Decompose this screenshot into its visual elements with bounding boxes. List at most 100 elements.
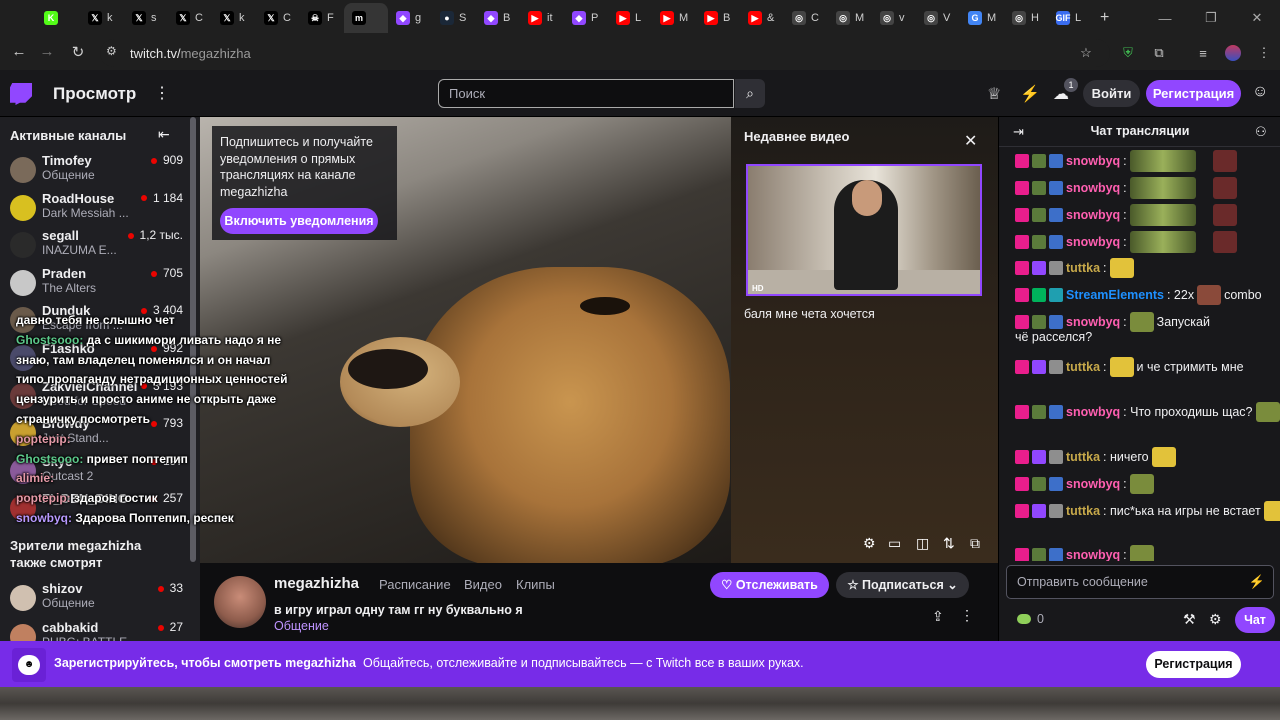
send-chat-button[interactable]: Чат	[1235, 607, 1275, 633]
sidebar-channel[interactable]: RoadHouse Dark Messiah ... 1 184	[10, 191, 195, 229]
browser-tab[interactable]: ◆ P	[564, 3, 608, 33]
channel-avatar[interactable]	[214, 576, 266, 628]
browser-tab[interactable]: 𝕏k	[212, 3, 256, 33]
twitch-logo[interactable]	[10, 83, 32, 105]
sidebar-channel[interactable]: Praden The Alters 705	[10, 266, 195, 304]
url-field[interactable]: ⚙ twitch.tv/megazhizha	[100, 39, 1110, 67]
browser-tab[interactable]: ◎ v	[872, 3, 916, 33]
side-by-side-icon[interactable]: ◫	[916, 535, 929, 552]
browser-tab[interactable]: ▶ it	[520, 3, 564, 33]
chat-username[interactable]: tuttka	[1066, 504, 1100, 518]
chat-username[interactable]: snowbyq	[1066, 208, 1120, 222]
browser-tab[interactable]: m	[344, 3, 388, 33]
browser-tab[interactable]: ● S	[432, 3, 476, 33]
tab-schedule[interactable]: Расписание	[379, 577, 451, 592]
chat-username[interactable]: snowbyq	[1066, 405, 1120, 419]
login-button[interactable]: Войти	[1083, 80, 1140, 107]
browser-tab[interactable]: ◎ C	[784, 3, 828, 33]
search-input[interactable]: Поиск	[438, 79, 734, 108]
browse-link[interactable]: Просмотр	[53, 84, 136, 104]
community-icon[interactable]: ⚇	[1255, 124, 1267, 140]
banner-signup-button[interactable]: Регистрация	[1146, 651, 1241, 678]
share-icon[interactable]: ⇪	[932, 608, 944, 625]
enable-notifications-button[interactable]: Включить уведомления	[220, 208, 378, 234]
chat-username[interactable]: snowbyq	[1066, 181, 1120, 195]
browser-tab[interactable]: ◎ H	[1004, 3, 1048, 33]
browser-tab[interactable]: 𝕏C	[168, 3, 212, 33]
settings-gear-icon[interactable]: ⚙	[863, 535, 876, 552]
swap-icon[interactable]: ⇅	[943, 535, 955, 552]
chat-username[interactable]: tuttka	[1066, 261, 1100, 275]
browser-tab[interactable]: ▶ B	[696, 3, 740, 33]
chat-settings-icon[interactable]: ⚙	[1209, 611, 1222, 628]
browser-tab[interactable]: ◆ g	[388, 3, 432, 33]
minimize-button[interactable]: —	[1142, 0, 1188, 36]
new-tab-button[interactable]: +	[1092, 3, 1136, 33]
browser-tab[interactable]: ◎ M	[828, 3, 872, 33]
browser-tab[interactable]: 𝕏s	[124, 3, 168, 33]
browser-tab[interactable]: 𝕏k	[80, 3, 124, 33]
profile-avatar[interactable]	[1225, 45, 1241, 61]
mini-player-icon[interactable]: ⧉	[970, 535, 980, 552]
sidebar-related-channel[interactable]: cabbakidPUBG: BATTLE...27	[10, 620, 195, 641]
browser-tab[interactable]: GIF L	[1048, 3, 1092, 33]
browser-menu-icon[interactable]: ⋮	[1256, 45, 1272, 61]
sidebar-related-channel[interactable]: shizov Общение 33	[10, 581, 195, 619]
reload-icon[interactable]: ↻	[63, 43, 93, 61]
video-player[interactable]: Подпишитесь и получайте уведомления о пр…	[200, 117, 998, 563]
channel-points[interactable]: 0	[1017, 612, 1044, 626]
recent-video-thumbnail[interactable]: HD	[746, 164, 982, 296]
channel-name[interactable]: megazhizha	[274, 575, 359, 592]
prime-crown-icon[interactable]: ♕	[987, 84, 1001, 104]
forward-icon[interactable]: →	[32, 43, 62, 60]
more-options-icon[interactable]: ⋮	[960, 607, 974, 624]
stream-category[interactable]: Общение	[274, 619, 329, 633]
browser-tab[interactable]: ◎ V	[916, 3, 960, 33]
chat-emote	[1129, 177, 1196, 199]
tab-clips[interactable]: Клипы	[516, 577, 555, 592]
theatre-mode-icon[interactable]: ▭	[888, 535, 901, 552]
browser-tab[interactable]: 𝕏C	[256, 3, 300, 33]
chat-username[interactable]: snowbyq	[1066, 315, 1120, 329]
sidebar-channel[interactable]: Timofey Общение 909	[10, 153, 195, 191]
more-menu-icon[interactable]: ⋮	[154, 83, 170, 103]
browser-tab[interactable]: ☠ F	[300, 3, 344, 33]
recent-video-title[interactable]: баля мне чета хочется	[744, 307, 875, 321]
tab-title: B	[503, 12, 511, 24]
subscribe-button[interactable]: ☆ Подписаться ⌄	[836, 572, 969, 598]
browser-tab[interactable]: GM	[960, 3, 1004, 33]
sidebar-channel[interactable]: segall INAZUMA E... 1,2 тыс.	[10, 228, 195, 266]
emote-picker-icon[interactable]: ⚡	[1249, 566, 1265, 598]
browser-tab[interactable]: ▶ M	[652, 3, 696, 33]
chat-username[interactable]: tuttka	[1066, 450, 1100, 464]
close-window-button[interactable]: ✕	[1234, 0, 1280, 36]
turbo-icon[interactable]: ⚡	[1020, 84, 1040, 104]
mod-tools-icon[interactable]: ⚒	[1183, 611, 1196, 628]
collapse-sidebar-icon[interactable]: ⇤	[158, 126, 170, 143]
follow-button[interactable]: ♡ Отслеживать	[710, 572, 829, 598]
chat-username[interactable]: snowbyq	[1066, 477, 1120, 491]
tab-videos[interactable]: Видео	[464, 577, 502, 592]
shield-extension-icon[interactable]: ⛨	[1120, 45, 1136, 61]
browser-tab[interactable]: ▶ L	[608, 3, 652, 33]
back-icon[interactable]: ←	[4, 43, 34, 60]
chat-username[interactable]: snowbyq	[1066, 235, 1120, 249]
media-queue-icon[interactable]: ≡	[1195, 45, 1211, 61]
search-button[interactable]: ⌕	[735, 79, 765, 108]
overlay-chat-user: snowbyq:	[16, 510, 72, 525]
close-icon[interactable]: ✕	[964, 131, 977, 151]
chat-username[interactable]: snowbyq	[1066, 548, 1120, 561]
maximize-button[interactable]: ❐	[1188, 0, 1234, 36]
chat-input[interactable]: Отправить сообщение ⚡	[1006, 565, 1274, 599]
bookmark-star-icon[interactable]: ☆	[1078, 45, 1094, 61]
user-menu-icon[interactable]: ☺	[1252, 83, 1268, 101]
browser-tab[interactable]: ◆ B	[476, 3, 520, 33]
chat-username[interactable]: tuttka	[1066, 360, 1100, 374]
browser-tab[interactable]: ▶ &	[740, 3, 784, 33]
site-info-icon[interactable]: ⚙	[106, 44, 117, 58]
extensions-puzzle-icon[interactable]: ⧉	[1151, 45, 1167, 61]
chat-username[interactable]: StreamElements	[1066, 288, 1164, 302]
signup-button[interactable]: Регистрация	[1146, 80, 1241, 107]
browser-tab[interactable]: K	[36, 3, 80, 33]
chat-username[interactable]: snowbyq	[1066, 154, 1120, 168]
